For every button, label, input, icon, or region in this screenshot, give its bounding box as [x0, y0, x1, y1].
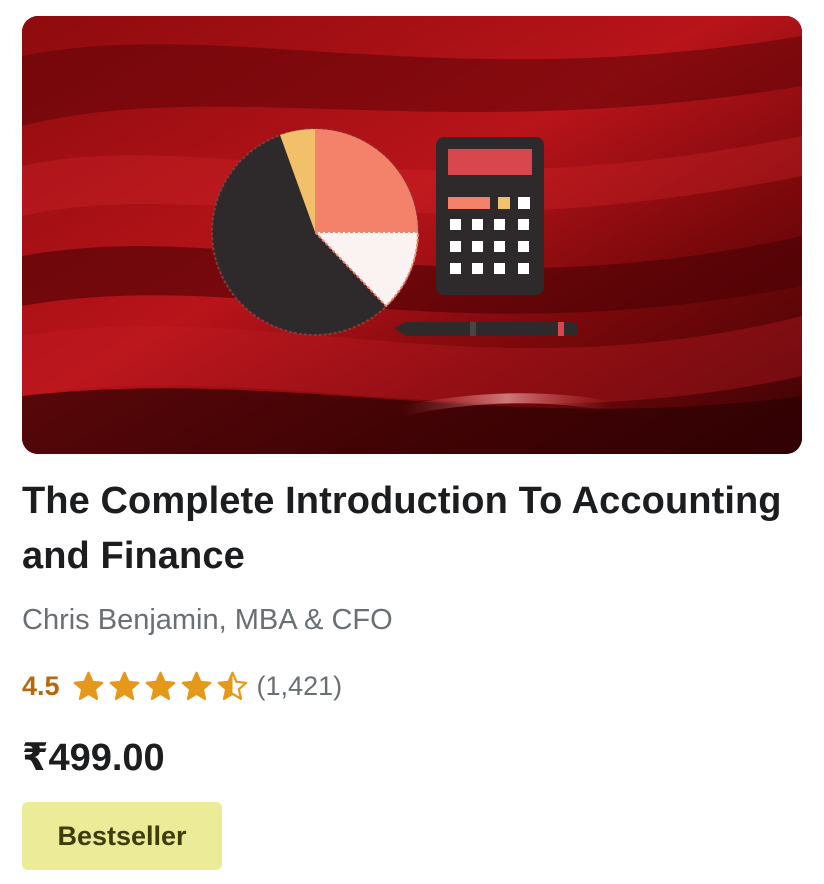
rating-count: (1,421): [256, 670, 343, 701]
course-card[interactable]: The Complete Introduction To Accounting …: [0, 0, 824, 884]
star-full-icon: [181, 671, 211, 700]
pie-chart-icon: [211, 128, 420, 336]
star-full-icon: [109, 671, 139, 700]
course-thumbnail[interactable]: [22, 16, 802, 454]
rating-stars: [72, 670, 249, 703]
bestseller-badge: Bestseller: [22, 802, 222, 870]
rating-value: 4.5: [22, 670, 60, 701]
pen-icon: [394, 322, 578, 336]
rating-row: 4.5 (1,421): [22, 664, 342, 708]
star-full-icon: [145, 671, 175, 700]
course-price: ₹499.00: [22, 737, 165, 779]
star-full-icon: [73, 671, 103, 700]
course-title[interactable]: The Complete Introduction To Accounting …: [22, 474, 802, 584]
star-half-icon: [217, 671, 247, 700]
calculator-icon: [436, 137, 544, 295]
instructor-name: Chris Benjamin, MBA & CFO: [22, 604, 393, 636]
